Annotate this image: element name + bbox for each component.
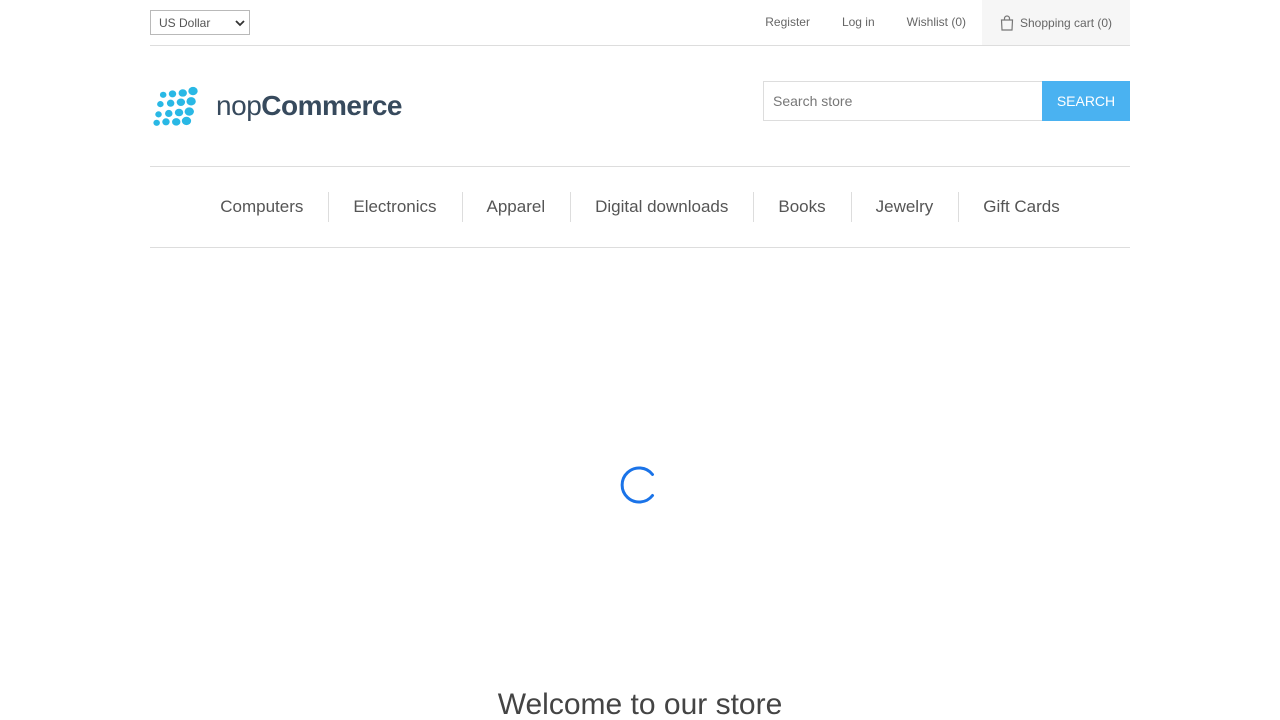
chevron-down-icon xyxy=(235,20,245,27)
header-upper: US Dollar Register Log in Wishlist (0) S… xyxy=(150,0,1130,46)
menu-item-jewelry[interactable]: Jewelry xyxy=(850,192,959,222)
currency-select[interactable]: US Dollar xyxy=(150,10,250,35)
store-logo[interactable]: nopCommerce xyxy=(152,84,402,128)
logo-text-light: nop xyxy=(216,90,262,121)
top-menu: Computers Electronics Apparel Digital do… xyxy=(150,166,1130,248)
menu-item-apparel[interactable]: Apparel xyxy=(461,192,571,222)
login-link[interactable]: Log in xyxy=(842,0,875,45)
shopping-bag-icon xyxy=(1000,14,1014,31)
loading-spinner-icon xyxy=(620,466,654,504)
page: US Dollar Register Log in Wishlist (0) S… xyxy=(0,0,1280,720)
shopping-cart-label: Shopping cart (0) xyxy=(1020,15,1113,30)
menu-item-electronics[interactable]: Electronics xyxy=(328,192,461,222)
header-links: Register Log in Wishlist (0) Shopping ca… xyxy=(765,0,1130,45)
currency-selected-value: US Dollar xyxy=(159,15,211,30)
search-button[interactable]: Search xyxy=(1042,81,1130,121)
logo-text-bold: Commerce xyxy=(261,90,402,121)
menu-item-digital-downloads[interactable]: Digital downloads xyxy=(570,192,753,222)
nopcommerce-logo-icon xyxy=(153,86,198,126)
search-input[interactable] xyxy=(763,81,1042,121)
menu-item-computers[interactable]: Computers xyxy=(195,192,328,222)
logo-text: nopCommerce xyxy=(216,90,402,122)
menu-item-gift-cards[interactable]: Gift Cards xyxy=(958,192,1085,222)
welcome-title: Welcome to our store xyxy=(497,688,783,720)
wishlist-link[interactable]: Wishlist (0) xyxy=(907,0,966,45)
menu-item-books[interactable]: Books xyxy=(753,192,850,222)
shopping-cart-link[interactable]: Shopping cart (0) xyxy=(982,0,1130,45)
register-link[interactable]: Register xyxy=(765,0,810,45)
search-box: Search xyxy=(763,81,1130,121)
